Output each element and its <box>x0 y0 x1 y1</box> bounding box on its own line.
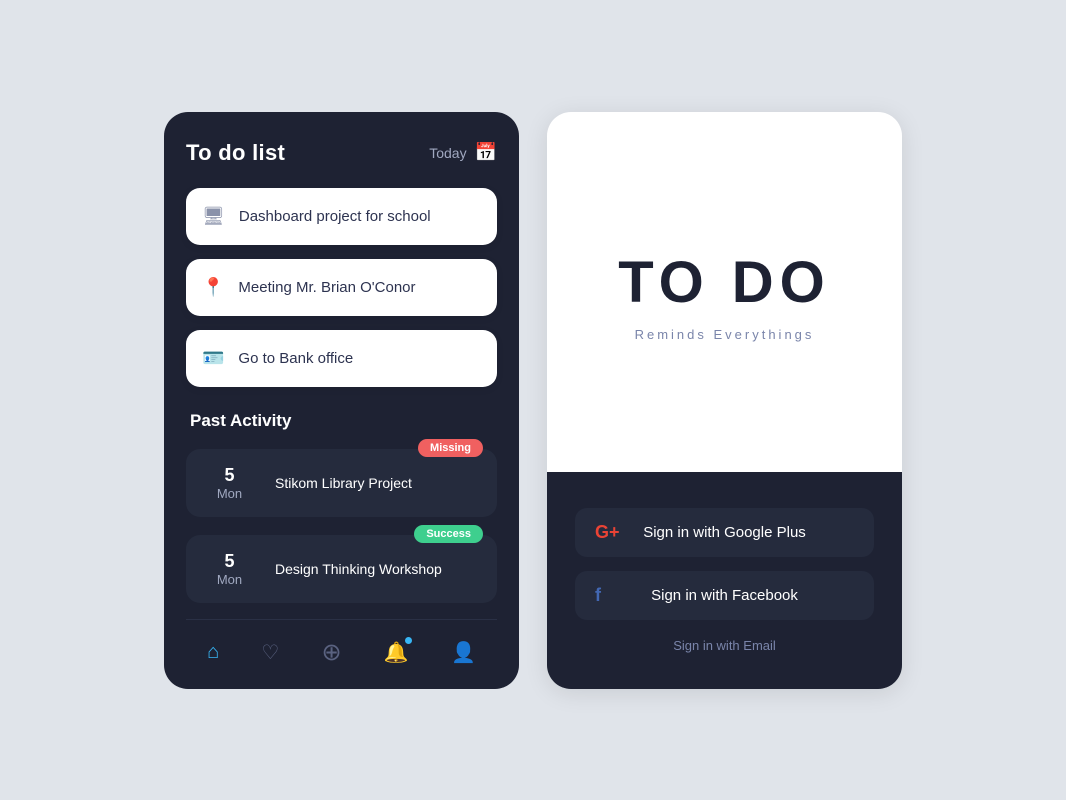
activity-content: 5 Mon Stikom Library Project <box>202 465 481 501</box>
past-activity-section: Past Activity Missing 5 Mon Stikom Libra… <box>186 411 497 603</box>
google-signin-label: Sign in with Google Plus <box>595 524 854 541</box>
todo-item-text: Go to Bank office <box>238 350 353 367</box>
bottom-nav: ⌂ ♡ ⊕ 🔔 👤 <box>186 619 497 689</box>
nav-profile-icon[interactable]: 👤 <box>451 640 476 665</box>
activity-day: 5 Mon <box>202 465 257 501</box>
nav-home-icon[interactable]: ⌂ <box>207 641 219 664</box>
nav-notifications-icon[interactable]: 🔔 <box>384 640 409 665</box>
branding-section: TO DO Reminds Everythings <box>547 112 902 472</box>
activity-name: Stikom Library Project <box>275 475 412 491</box>
brand-title: TO DO <box>618 251 831 315</box>
facebook-signin-label: Sign in with Facebook <box>595 587 854 604</box>
activity-name: Design Thinking Workshop <box>275 561 442 577</box>
activity-day-num: 5 <box>224 465 234 486</box>
activity-day-name: Mon <box>217 572 242 587</box>
todo-item[interactable]: 🪪 Go to Bank office <box>186 330 497 387</box>
email-signin-link[interactable]: Sign in with Email <box>575 638 874 653</box>
todo-header: To do list Today 📅 <box>186 140 497 166</box>
badge-success: Success <box>414 525 483 543</box>
notification-dot <box>405 637 412 644</box>
app-container: To do list Today 📅 🖥 Dashboard project f… <box>124 72 942 729</box>
nav-favorites-icon[interactable]: ♡ <box>261 640 279 665</box>
monitor-icon: 🖥 <box>202 206 225 227</box>
facebook-signin-button[interactable]: f Sign in with Facebook <box>575 571 874 620</box>
todo-item-text: Meeting Mr. Brian O'Conor <box>238 279 415 296</box>
login-area: G+ Sign in with Google Plus f Sign in wi… <box>547 472 902 689</box>
todo-panel: To do list Today 📅 🖥 Dashboard project f… <box>164 112 519 689</box>
activity-day-name: Mon <box>217 486 242 501</box>
activity-item-success[interactable]: Success 5 Mon Design Thinking Workshop <box>186 535 497 603</box>
activity-day-num: 5 <box>224 551 234 572</box>
card-icon: 🪪 <box>202 348 224 369</box>
todo-item-text: Dashboard project for school <box>239 208 431 225</box>
todo-item[interactable]: 📍 Meeting Mr. Brian O'Conor <box>186 259 497 316</box>
google-plus-icon: G+ <box>595 522 620 543</box>
activity-content: 5 Mon Design Thinking Workshop <box>202 551 481 587</box>
today-area: Today 📅 <box>429 142 497 163</box>
activity-item-missing[interactable]: Missing 5 Mon Stikom Library Project <box>186 449 497 517</box>
todo-items-list: 🖥 Dashboard project for school 📍 Meeting… <box>186 188 497 387</box>
google-signin-button[interactable]: G+ Sign in with Google Plus <box>575 508 874 557</box>
right-panel: TO DO Reminds Everythings G+ Sign in wit… <box>547 112 902 689</box>
todo-title: To do list <box>186 140 285 166</box>
nav-add-icon[interactable]: ⊕ <box>322 638 342 667</box>
todo-item[interactable]: 🖥 Dashboard project for school <box>186 188 497 245</box>
brand-subtitle: Reminds Everythings <box>635 327 815 342</box>
facebook-icon: f <box>595 585 601 606</box>
today-label: Today <box>429 145 466 161</box>
calendar-icon[interactable]: 📅 <box>475 142 497 163</box>
activity-items-list: Missing 5 Mon Stikom Library Project Suc… <box>186 449 497 603</box>
location-icon: 📍 <box>202 277 224 298</box>
badge-missing: Missing <box>418 439 483 457</box>
activity-day: 5 Mon <box>202 551 257 587</box>
past-activity-title: Past Activity <box>186 411 497 431</box>
